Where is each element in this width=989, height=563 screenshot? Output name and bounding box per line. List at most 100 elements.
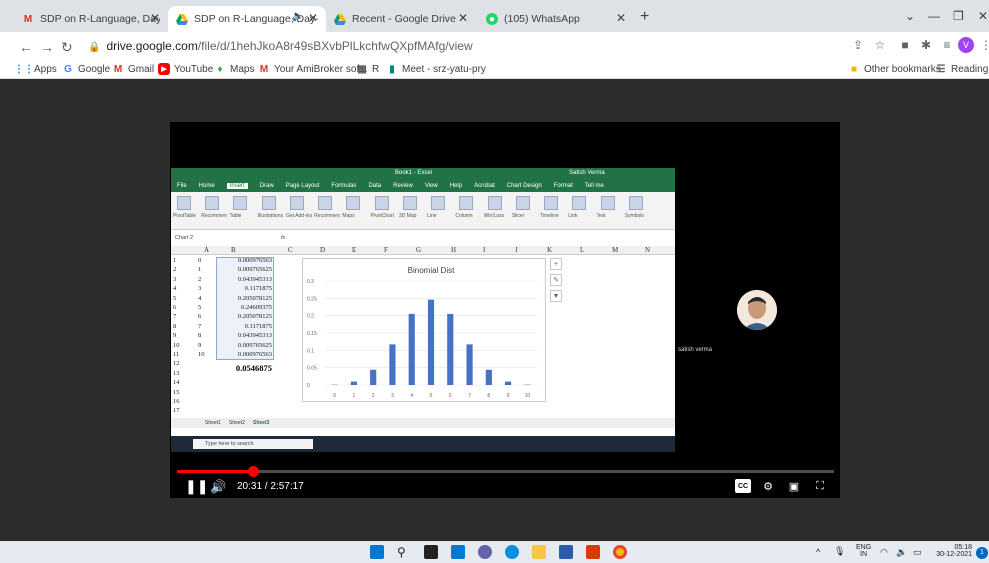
language-indicator[interactable]: ENG IN	[856, 544, 871, 558]
row-number[interactable]: 2	[173, 266, 176, 273]
column-header[interactable]: N	[645, 246, 650, 254]
extension-icon[interactable]: ■	[897, 37, 913, 53]
volume-icon[interactable]: 🔊	[210, 479, 226, 495]
cell-b[interactable]: 0.24609375	[216, 304, 272, 311]
cell-a[interactable]: 7	[198, 323, 201, 330]
excel-menu-item[interactable]: Review	[393, 183, 413, 189]
bookmark-star-icon[interactable]: ☆	[872, 37, 888, 53]
ribbon-button-icon[interactable]	[459, 196, 474, 210]
column-header[interactable]: K	[547, 246, 552, 254]
row-number[interactable]: 12	[173, 360, 180, 367]
pause-button[interactable]: ❚❚	[185, 478, 208, 495]
cell-b[interactable]: 0.205078125	[216, 313, 272, 320]
bookmark-gmail[interactable]: M Gmail	[112, 61, 154, 77]
new-tab-button[interactable]: +	[640, 9, 649, 25]
bookmark-amibroker[interactable]: M Your AmiBroker sof...	[258, 61, 368, 77]
ribbon-button-icon[interactable]	[600, 196, 615, 210]
row-number[interactable]: 8	[173, 323, 176, 330]
menu-kebab-icon[interactable]: ⋮	[978, 37, 989, 53]
widgets-icon[interactable]	[451, 545, 465, 559]
binomial-chart[interactable]: Binomial Dist 0 0.05 0.1 0.15 0.2 0.25 0.3 0 1 2 3 4…	[302, 258, 546, 402]
column-header[interactable]: F	[384, 246, 388, 254]
cell-b[interactable]: 0.000976563	[216, 351, 272, 358]
battery-icon[interactable]: ▭	[913, 547, 922, 558]
notification-badge[interactable]: 1	[976, 547, 988, 559]
start-button[interactable]	[370, 545, 384, 559]
progress-scrubber[interactable]	[248, 466, 259, 477]
column-header[interactable]: H	[451, 246, 456, 254]
settings-gear-icon[interactable]: ⚙	[760, 479, 776, 493]
audio-playing-icon[interactable]: 🔈	[292, 11, 304, 22]
excel-menu-item[interactable]: View	[425, 183, 438, 189]
row-number[interactable]: 17	[173, 407, 180, 414]
close-tab-icon[interactable]: ✕	[458, 11, 468, 25]
cell-a[interactable]: 9	[198, 342, 201, 349]
row-number[interactable]: 5	[173, 295, 176, 302]
extensions-puzzle-icon[interactable]: ✱	[918, 37, 934, 53]
fullscreen-icon[interactable]: ⛶	[812, 479, 828, 493]
bookmark-apps[interactable]: ⋮⋮ Apps	[14, 61, 57, 77]
minimize-button[interactable]: —	[928, 9, 940, 23]
column-header[interactable]: M	[612, 246, 618, 254]
tab-sdp-drive[interactable]: SDP on R-Language, Day-6 ( 🔈 ✕	[168, 6, 326, 32]
row-number[interactable]: 11	[173, 351, 179, 358]
cell-a[interactable]: 2	[198, 276, 201, 283]
sheet-tab-3[interactable]: Sheet3	[253, 420, 269, 426]
cell-a[interactable]: 1	[198, 266, 201, 273]
reload-button[interactable]: ↻	[61, 39, 73, 55]
cell-a[interactable]: 10	[198, 351, 205, 358]
tab-google-drive[interactable]: Recent - Google Drive ✕	[326, 6, 476, 32]
address-bar[interactable]: 🔒 drive.google.com/file/d/1hehJkoA8r49sBX…	[88, 37, 828, 55]
excel-menu-item[interactable]: Insert	[226, 183, 248, 189]
excel-menu-item[interactable]: Page Layout	[286, 183, 320, 189]
office-icon[interactable]	[586, 545, 600, 559]
ribbon-button-icon[interactable]	[289, 196, 304, 210]
microphone-icon[interactable]: 🎙	[834, 546, 845, 557]
ribbon-button-icon[interactable]	[318, 196, 333, 210]
bookmark-youtube[interactable]: ▶ YouTube	[158, 61, 213, 77]
sheet-tab-2[interactable]: Sheet2	[229, 420, 245, 426]
close-tab-icon[interactable]: ✕	[308, 11, 318, 25]
wifi-icon[interactable]: ◠	[880, 547, 888, 558]
store-icon[interactable]	[559, 545, 573, 559]
column-header[interactable]: J	[515, 246, 518, 254]
excel-menu-item[interactable]: Home	[199, 183, 215, 189]
reading-list-icon[interactable]: ≡	[939, 37, 955, 53]
row-number[interactable]: 6	[173, 304, 176, 311]
ribbon-button-icon[interactable]	[261, 196, 276, 210]
search-icon[interactable]: ⚲	[397, 545, 411, 559]
cell-a[interactable]: 8	[198, 332, 201, 339]
progress-bar[interactable]	[177, 470, 834, 473]
ribbon-button-icon[interactable]	[233, 196, 248, 210]
row-number[interactable]: 13	[173, 370, 180, 377]
cell-a[interactable]: 0	[198, 257, 201, 264]
ribbon-button-icon[interactable]	[487, 196, 502, 210]
chart-filter-icon[interactable]: ▼	[550, 290, 562, 302]
task-view-icon[interactable]	[424, 545, 438, 559]
cell-a[interactable]: 5	[198, 304, 201, 311]
miniplayer-icon[interactable]: ▣	[786, 479, 802, 493]
row-number[interactable]: 10	[173, 342, 180, 349]
excel-menu-item[interactable]: Tell me	[585, 183, 604, 189]
row-number[interactable]: 7	[173, 313, 176, 320]
cell-b[interactable]: 0.000976563	[216, 257, 272, 264]
ribbon-button-icon[interactable]	[515, 196, 530, 210]
other-bookmarks[interactable]: ■ Other bookmarks	[848, 61, 941, 77]
cell-b[interactable]: 0.043945313	[216, 332, 272, 339]
ribbon-button-icon[interactable]	[628, 196, 643, 210]
excel-menu-item[interactable]: File	[177, 183, 187, 189]
ribbon-button-icon[interactable]	[177, 196, 191, 210]
row-number[interactable]: 1	[173, 257, 176, 264]
cell-a[interactable]: 6	[198, 313, 201, 320]
excel-menu-item[interactable]: Format	[554, 183, 573, 189]
excel-menu-item[interactable]: Data	[368, 183, 381, 189]
cell-a[interactable]: 3	[198, 285, 201, 292]
close-tab-icon[interactable]: ✕	[616, 11, 626, 25]
bookmark-meet[interactable]: ▮ Meet - srz-yatu-pry	[386, 61, 486, 77]
column-header[interactable]: E	[352, 246, 356, 254]
chat-icon[interactable]	[478, 545, 492, 559]
column-header[interactable]: I	[483, 246, 485, 254]
bookmark-maps[interactable]: ♦ Maps	[214, 61, 254, 77]
edge-icon[interactable]	[505, 545, 519, 559]
column-header[interactable]: D	[320, 246, 325, 254]
